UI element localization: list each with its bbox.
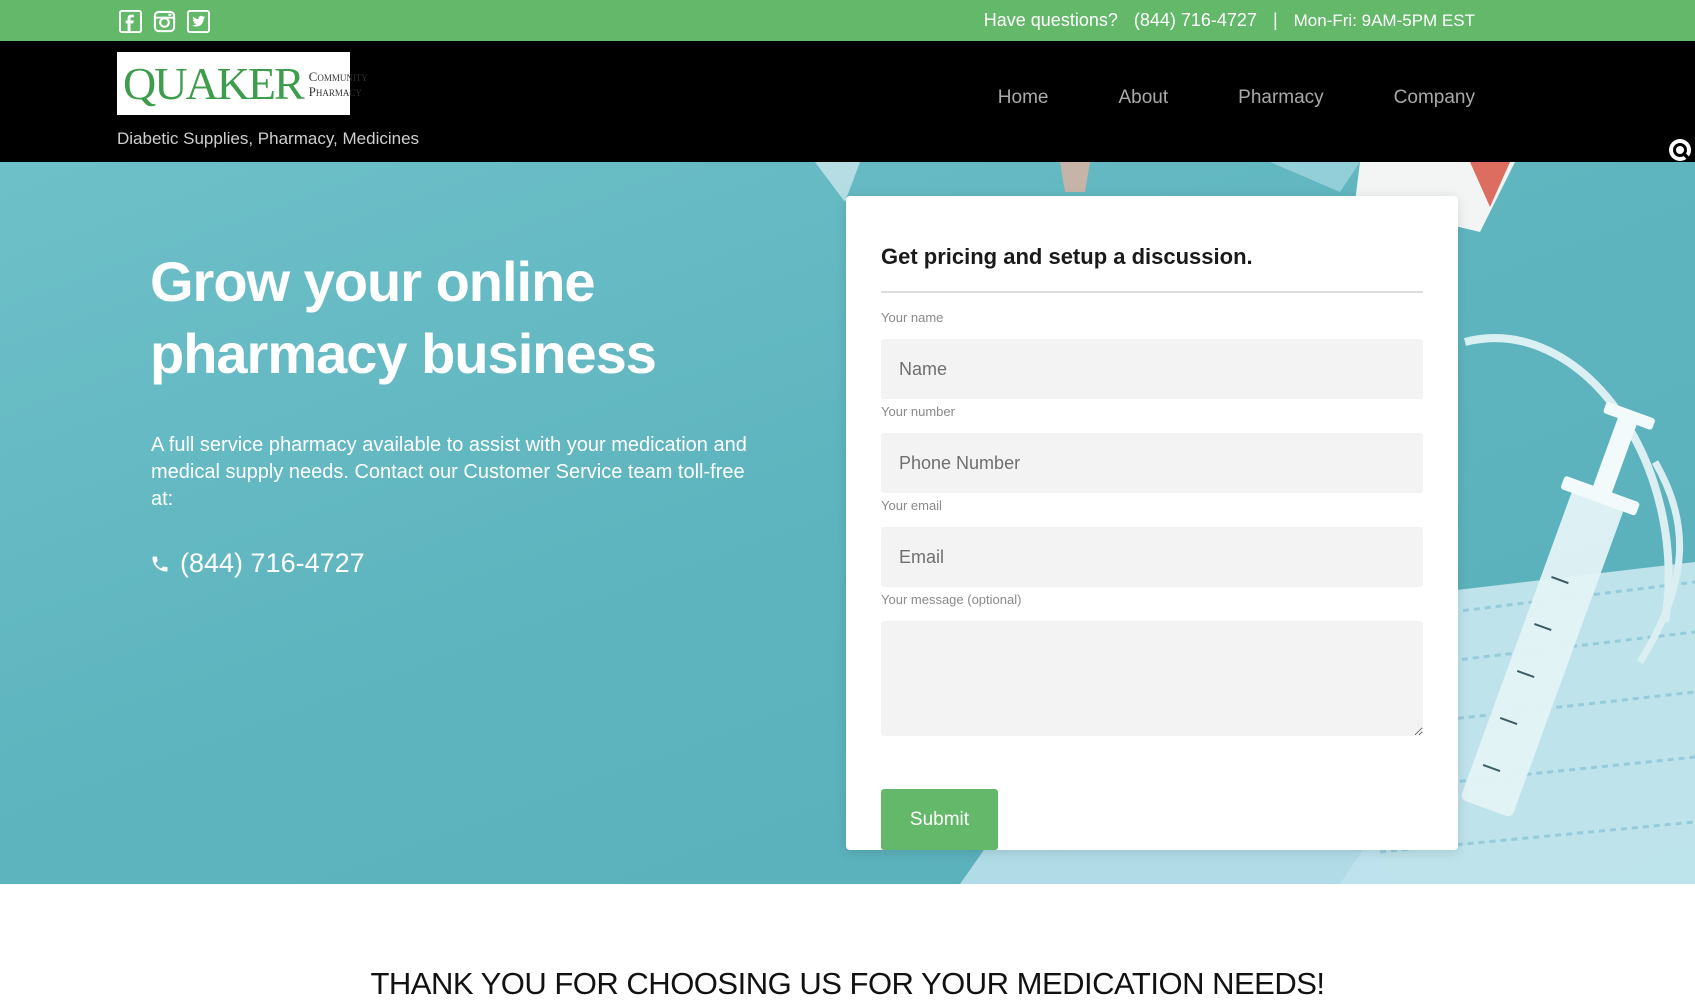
hero-section: Grow your online pharmacy business A ful… [0,162,1695,884]
hero-description: A full service pharmacy available to ass… [151,434,747,510]
number-label: Your number [881,404,955,419]
nav-item-company[interactable]: Company [1394,87,1475,109]
contact-separator: | [1272,10,1278,30]
nav-item-home[interactable]: Home [998,87,1049,109]
nav-item-pharmacy[interactable]: Pharmacy [1238,87,1324,109]
nav-item-about[interactable]: About [1118,87,1168,109]
form-title: Get pricing and setup a discussion. [881,244,1253,269]
top-bar: Have questions? (844) 716-4727 | Mon-Fri… [0,0,1695,41]
logo-subtitle-line-1: Community [308,68,368,84]
facebook-icon[interactable] [119,10,142,33]
contact-phone-link[interactable]: (844) 716-4727 [1134,10,1257,31]
name-field[interactable] [881,339,1423,399]
logo-wordmark: QUAKER [123,57,305,109]
message-label: Your message (optional) [881,592,1022,607]
main-nav: Home About Pharmacy Company [998,87,1475,109]
site-logo[interactable]: QUAKER Community Pharmacy [117,52,368,115]
site-header: QUAKER Community Pharmacy Diabetic Suppl… [0,41,1695,165]
hero-phone-link[interactable]: (844) 716-4727 [150,548,365,579]
contact-question: Have questions? [983,10,1118,30]
hero-phone-number: (844) 716-4727 [180,548,365,578]
site-tagline: Diabetic Supplies, Pharmacy, Medicines [117,129,420,148]
email-field[interactable] [881,527,1423,587]
contact-strip: Have questions? (844) 716-4727 | Mon-Fri… [984,0,1475,41]
social-links [119,10,210,33]
name-label: Your name [881,310,944,325]
search-icon[interactable] [1667,137,1695,165]
logo-subtitle-line-2: Pharmacy [308,83,362,99]
form-divider [881,291,1423,293]
logo-subtitle: Community Pharmacy [309,69,368,99]
phone-number-field[interactable] [881,433,1423,493]
pricing-form-card: Get pricing and setup a discussion. Your… [846,196,1458,850]
thank-you-heading: THANK YOU FOR CHOOSING US FOR YOUR MEDIC… [370,966,1325,1001]
email-label: Your email [881,498,942,513]
message-field[interactable] [881,621,1423,736]
phone-icon [152,556,168,571]
submit-button[interactable]: Submit [881,789,998,850]
business-hours: Mon-Fri: 9AM-5PM EST [1293,10,1475,30]
instagram-icon[interactable] [153,10,176,33]
hero-heading: Grow your online pharmacy business [150,250,657,385]
twitter-icon[interactable] [187,10,210,33]
